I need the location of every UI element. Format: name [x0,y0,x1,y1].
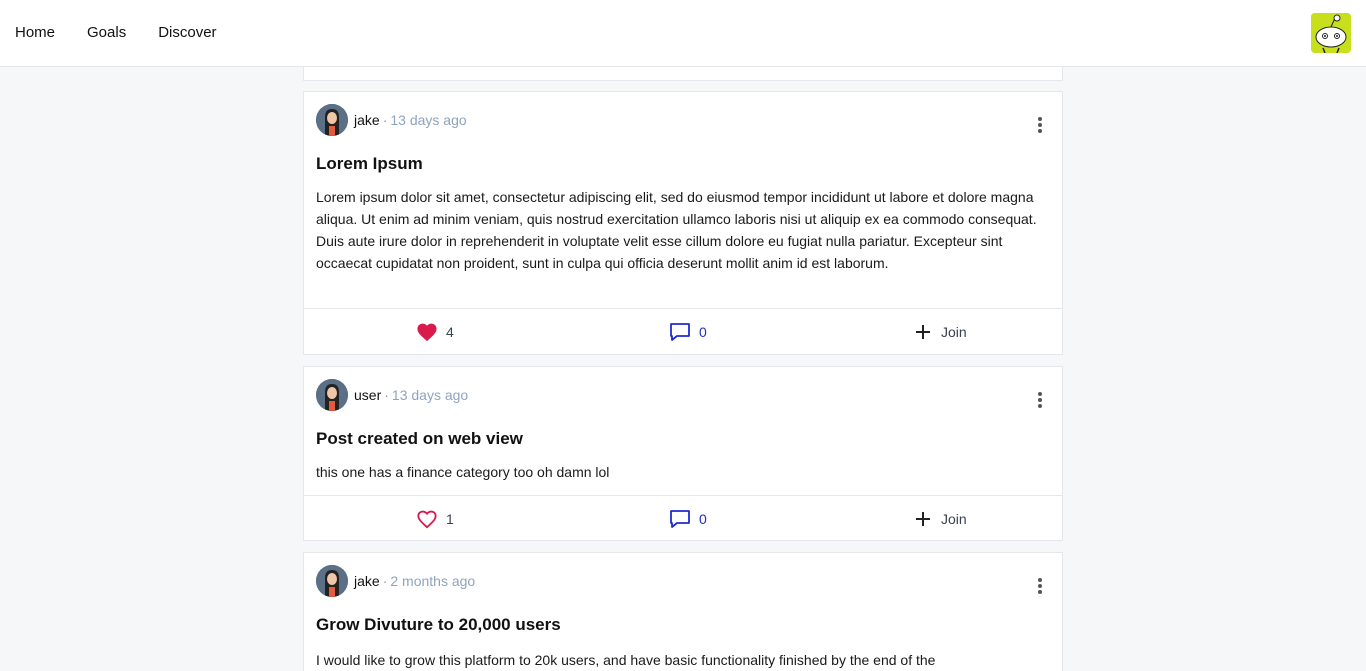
post-title[interactable]: Post created on web view [316,429,523,449]
heart-outline-icon [417,510,437,528]
post-actions: 4 0 Join [304,308,1062,354]
join-button[interactable]: Join [915,496,967,541]
vertical-dots-icon [1038,392,1042,408]
meta-separator: · [384,387,389,403]
heart-filled-icon [417,323,437,341]
comment-button[interactable]: 0 [669,496,707,541]
more-options-button[interactable] [1036,116,1044,134]
meta-separator: · [382,573,388,589]
comment-icon [670,322,690,341]
post-author[interactable]: jake [354,573,380,589]
post-actions: 1 0 Join [304,495,1062,541]
like-count: 4 [446,323,454,340]
vertical-dots-icon [1038,578,1042,594]
join-label: Join [941,510,967,527]
post-author[interactable]: jake [354,112,380,128]
plus-icon [916,324,930,339]
post-author[interactable]: user [354,387,381,403]
plus-icon [916,511,930,526]
join-label: Join [941,323,967,340]
author-avatar[interactable] [316,565,348,597]
comment-count: 0 [699,323,707,340]
person-avatar-icon [316,565,348,597]
post-card: user · 13 days ago Post created on web v… [303,366,1063,541]
comment-count: 0 [699,510,707,527]
post-time: 13 days ago [391,387,469,403]
author-avatar[interactable] [316,379,348,411]
alien-mascot-icon [1311,13,1351,53]
main-nav: Home Goals Discover [15,24,217,42]
post-header: user · 13 days ago [316,379,468,411]
post-body: this one has a finance category too oh d… [316,464,610,480]
comment-icon [670,509,690,528]
nav-home-link[interactable]: Home [15,24,55,42]
like-button[interactable]: 4 [416,309,454,354]
post-body: I would like to grow this platform to 20… [316,652,936,668]
comment-button[interactable]: 0 [669,309,707,354]
meta-separator: · [382,112,388,128]
nav-goals-link[interactable]: Goals [87,24,126,42]
post-time: 2 months ago [390,573,476,589]
post-card: jake · 13 days ago Lorem Ipsum Lorem ips… [303,91,1063,355]
post-header: jake · 13 days ago [316,104,467,136]
author-avatar[interactable] [316,104,348,136]
like-button[interactable]: 1 [416,496,454,541]
post-body: Lorem ipsum dolor sit amet, consectetur … [316,189,1037,271]
like-count: 1 [446,510,454,527]
post-title[interactable]: Lorem Ipsum [316,154,423,174]
post-title[interactable]: Grow Divuture to 20,000 users [316,615,561,635]
more-options-button[interactable] [1036,391,1044,409]
more-options-button[interactable] [1036,577,1044,595]
top-navigation-bar: Home Goals Discover [0,0,1366,67]
vertical-dots-icon [1038,117,1042,133]
post-time: 13 days ago [390,112,467,128]
person-avatar-icon [316,379,348,411]
post-card: jake · 2 months ago Grow Divuture to 20,… [303,552,1063,671]
join-button[interactable]: Join [915,309,967,354]
nav-discover-link[interactable]: Discover [158,24,216,42]
user-avatar-button[interactable] [1311,13,1351,53]
post-header: jake · 2 months ago [316,565,475,597]
person-avatar-icon [316,104,348,136]
